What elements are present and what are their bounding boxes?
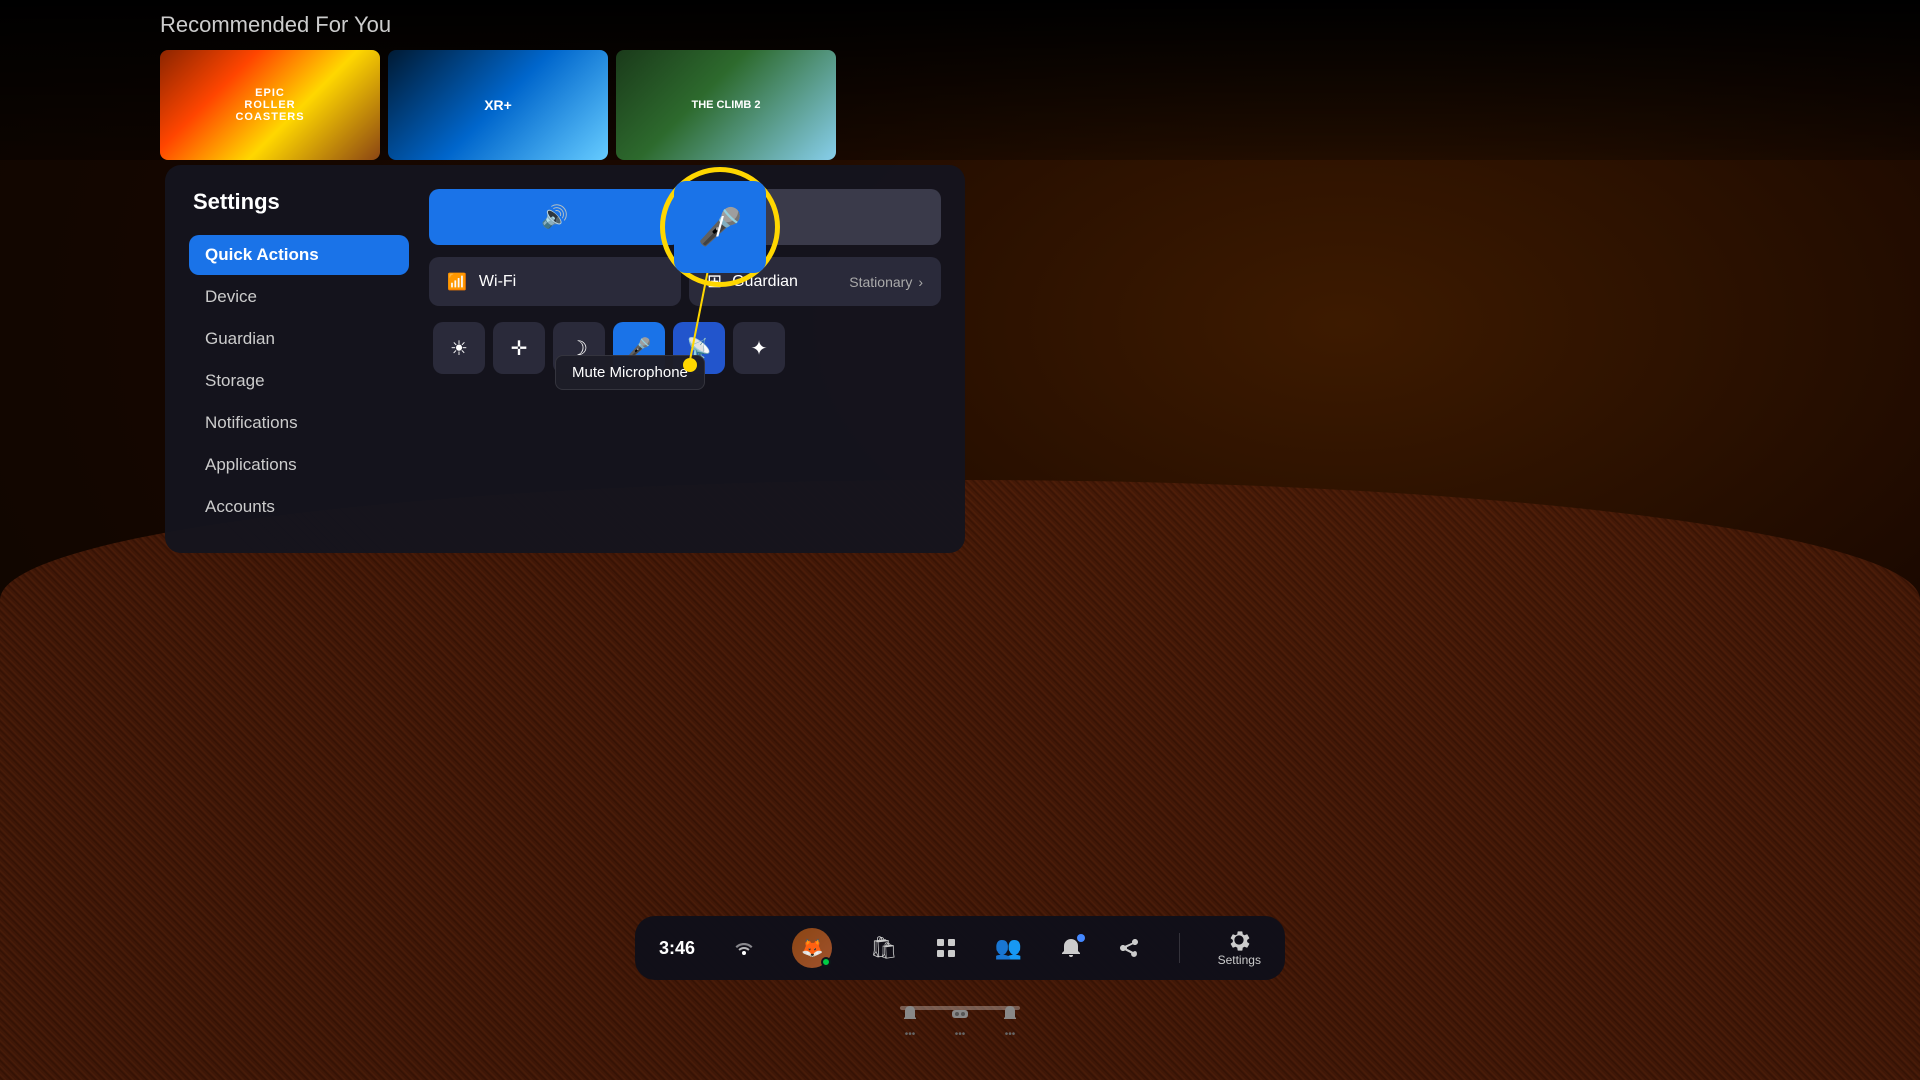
settings-sidebar: Settings Quick Actions Device Guardian S… bbox=[189, 189, 409, 529]
guardian-status: Stationary › bbox=[849, 274, 923, 290]
settings-label: Settings bbox=[1218, 953, 1261, 967]
sidebar-item-applications[interactable]: Applications bbox=[189, 445, 409, 485]
guardian-grid-icon: ⊞ bbox=[707, 271, 722, 292]
volume-button[interactable]: 🔊 bbox=[429, 189, 681, 245]
hand-right-icon: ••• bbox=[1000, 1004, 1020, 1040]
hand-left-icon: ••• bbox=[900, 1004, 920, 1040]
guardian-label: Guardian bbox=[732, 273, 798, 291]
taskbar-divider bbox=[1179, 933, 1180, 963]
share-icon[interactable] bbox=[1119, 937, 1141, 959]
user-avatar[interactable]: 🦊 bbox=[792, 928, 832, 968]
carpet-texture bbox=[0, 480, 1920, 1080]
taskbar-sub-icons: ••• ••• ••• bbox=[900, 1004, 1020, 1040]
brightness-button[interactable]: ☀ bbox=[433, 322, 485, 374]
wifi-icon: 📶 bbox=[447, 272, 467, 292]
online-indicator bbox=[821, 957, 831, 967]
notifications-icon[interactable] bbox=[1060, 937, 1082, 959]
volume-icon: 🔊 bbox=[541, 204, 568, 230]
mute-microphone-tooltip: Mute Microphone bbox=[555, 355, 705, 390]
sidebar-item-guardian[interactable]: Guardian bbox=[189, 319, 409, 359]
tooltip-text: Mute Microphone bbox=[572, 364, 688, 381]
sidebar-item-storage[interactable]: Storage bbox=[189, 361, 409, 401]
top-banner: Recommended For You EPICROLLERCOASTERS X… bbox=[0, 0, 1920, 160]
sidebar-item-accounts[interactable]: Accounts bbox=[189, 487, 409, 527]
settings-group[interactable]: Settings bbox=[1218, 929, 1261, 967]
store-icon[interactable]: 🛍 bbox=[870, 935, 898, 961]
taskbar: 3:46 🦊 🛍 👥 bbox=[635, 916, 1285, 980]
sidebar-item-quick-actions[interactable]: Quick Actions bbox=[189, 235, 409, 275]
more-button[interactable]: ✦ bbox=[733, 322, 785, 374]
chevron-right-icon: › bbox=[918, 274, 923, 290]
sidebar-item-notifications[interactable]: Notifications bbox=[189, 403, 409, 443]
game-thumb-xr[interactable]: XR+ bbox=[388, 50, 608, 160]
settings-title: Settings bbox=[189, 189, 409, 215]
guardian-status-text: Stationary bbox=[849, 274, 912, 290]
recommended-label: Recommended For You bbox=[160, 12, 391, 38]
people-icon[interactable]: 👥 bbox=[995, 935, 1022, 961]
taskbar-time: 3:46 bbox=[659, 938, 695, 959]
apps-grid-icon[interactable] bbox=[935, 937, 957, 959]
sidebar-item-device[interactable]: Device bbox=[189, 277, 409, 317]
wifi-label: Wi-Fi bbox=[479, 273, 516, 291]
settings-gear-icon[interactable] bbox=[1228, 929, 1250, 951]
tooltip-container: Mute Microphone bbox=[555, 355, 705, 390]
move-button[interactable]: ✛ bbox=[493, 322, 545, 374]
game-thumb-epic[interactable]: EPICROLLERCOASTERS bbox=[160, 50, 380, 160]
mute-microphone-large-button[interactable]: 🎤 / bbox=[674, 181, 766, 273]
game-thumb-climb[interactable]: THE CLIMB 2 bbox=[616, 50, 836, 160]
vr-headset-icon: ••• bbox=[950, 1004, 970, 1040]
taskbar-wifi-icon bbox=[733, 937, 755, 960]
wifi-button[interactable]: 📶 Wi-Fi bbox=[429, 257, 681, 306]
mic-muted-icon: 🎤 / bbox=[698, 206, 743, 248]
